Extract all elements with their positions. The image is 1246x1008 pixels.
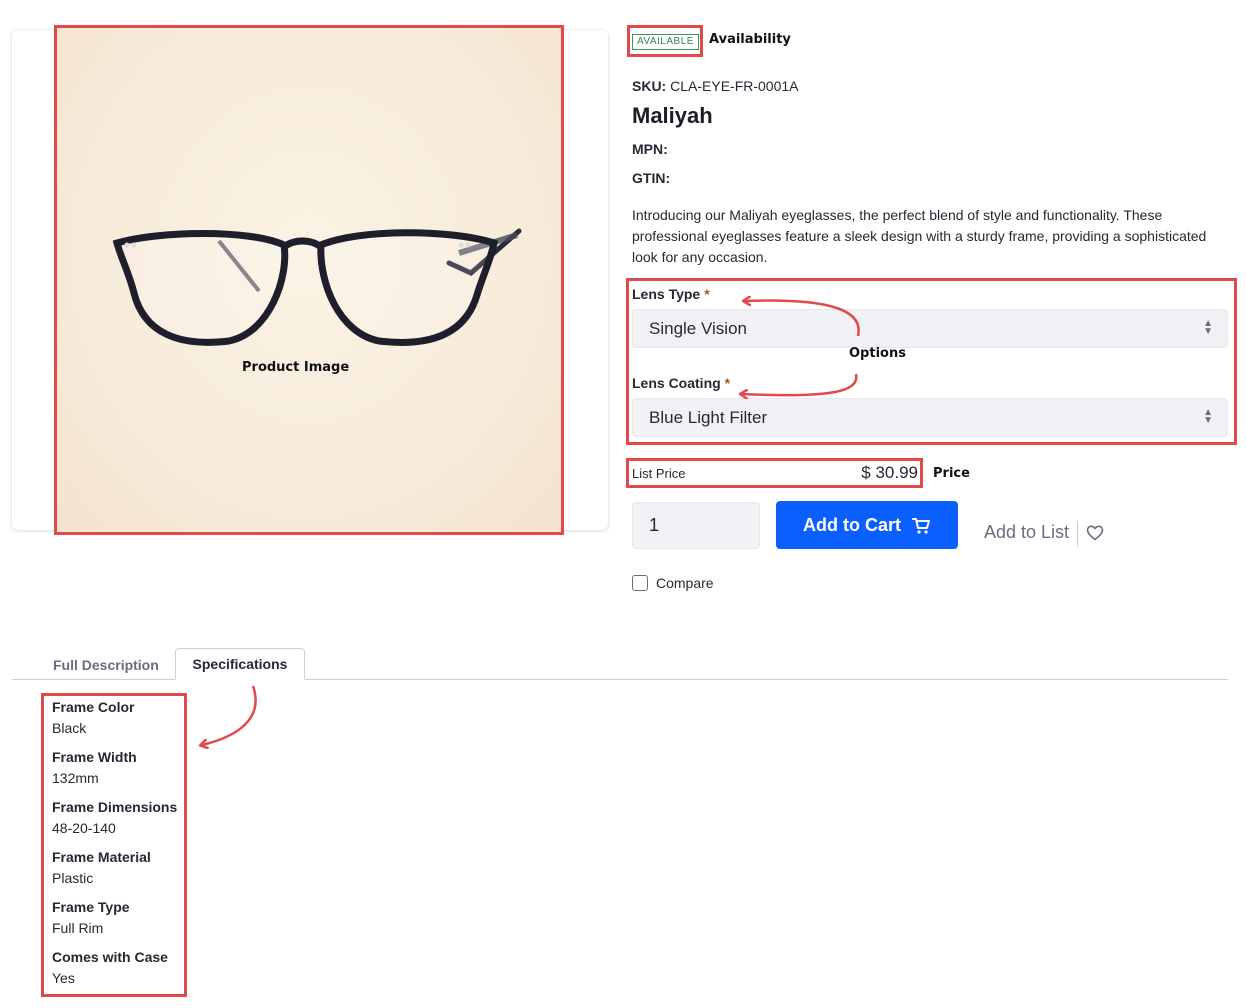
sku: SKU: CLA-EYE-FR-0001A	[632, 78, 799, 94]
spec-value: 48-20-140	[52, 820, 116, 836]
heart-icon[interactable]	[1086, 524, 1104, 542]
sku-label: SKU:	[632, 78, 667, 94]
spec-item: Comes with Case Yes	[52, 949, 192, 999]
spec-name: Frame Type	[52, 899, 130, 915]
spec-name: Comes with Case	[52, 949, 168, 965]
add-to-list-button[interactable]: Add to List	[984, 522, 1069, 543]
list-price-label: List Price	[632, 466, 686, 481]
product-image[interactable]: Product Image	[54, 25, 564, 535]
tab-specifications[interactable]: Specifications	[175, 648, 305, 680]
price-annotation: Price	[933, 466, 970, 481]
tab-full-description[interactable]: Full Description	[53, 657, 159, 673]
spec-item: Frame Type Full Rim	[52, 899, 192, 949]
lens-coating-label: Lens Coating *	[632, 375, 730, 391]
spec-value: Yes	[52, 970, 75, 986]
arrow-to-specifications	[202, 685, 257, 745]
spec-item: Frame Dimensions 48-20-140	[52, 799, 192, 849]
gtin-label: GTIN:	[632, 170, 671, 186]
add-to-cart-button[interactable]: Add to Cart	[776, 501, 958, 549]
specifications-list: Frame Color Black Frame Width 132mm Fram…	[52, 699, 192, 999]
spec-name: Frame Dimensions	[52, 799, 178, 815]
add-to-cart-label: Add to Cart	[803, 514, 901, 535]
spec-item: Frame Material Plastic	[52, 849, 192, 899]
spec-name: Frame Width	[52, 749, 137, 765]
spec-name: Frame Material	[52, 849, 151, 865]
lens-type-label: Lens Type *	[632, 286, 710, 302]
product-image-annotation: Product Image	[242, 360, 350, 375]
spec-name: Frame Color	[52, 699, 135, 715]
required-marker: *	[704, 286, 710, 302]
spec-value: 132mm	[52, 770, 99, 786]
divider	[1077, 521, 1078, 547]
lens-type-label-text: Lens Type	[632, 286, 701, 302]
availability-badge: AVAILABLE	[632, 34, 699, 50]
select-caret-icon: ▲ ▼	[1203, 407, 1213, 426]
product-description: Introducing our Maliyah eyeglasses, the …	[632, 207, 1207, 265]
lens-coating-select[interactable]: Blue Light Filter ▲ ▼	[632, 398, 1228, 437]
product-title: Maliyah	[632, 103, 713, 128]
list-price-value: $ 30.99	[861, 463, 918, 482]
lens-coating-label-text: Lens Coating	[632, 375, 721, 391]
spec-value: Plastic	[52, 870, 94, 886]
select-caret-icon: ▲ ▼	[1203, 318, 1213, 337]
spec-item: Frame Color Black	[52, 699, 192, 749]
sku-value: CLA-EYE-FR-0001A	[670, 78, 799, 94]
eyeglasses-image	[112, 228, 522, 346]
availability-annotation: Availability	[709, 32, 791, 47]
spec-value: Full Rim	[52, 920, 104, 936]
lens-type-select[interactable]: Single Vision ▲ ▼	[632, 309, 1228, 348]
spec-item: Frame Width 132mm	[52, 749, 192, 799]
compare-checkbox[interactable]	[632, 575, 648, 591]
required-marker: *	[724, 375, 731, 391]
compare-label[interactable]: Compare	[656, 575, 714, 591]
cart-icon	[912, 518, 930, 534]
lens-coating-value: Blue Light Filter	[649, 408, 768, 427]
lens-type-value: Single Vision	[649, 319, 747, 338]
mpn-label: MPN:	[632, 141, 668, 157]
quantity-input[interactable]: 1	[632, 502, 760, 549]
spec-value: Black	[52, 720, 87, 736]
options-annotation: Options	[849, 346, 906, 361]
